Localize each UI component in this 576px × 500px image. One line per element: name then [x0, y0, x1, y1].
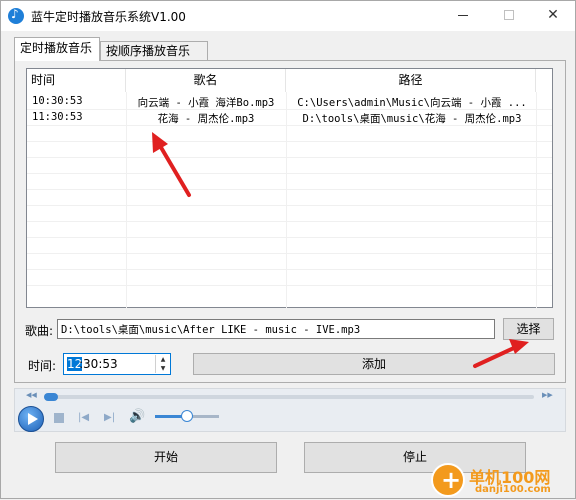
tab-timed-play[interactable]: 定时播放音乐	[14, 37, 100, 61]
spin-down-icon[interactable]: ▼	[156, 364, 170, 373]
time-label: 时间:	[28, 359, 57, 373]
seek-slider[interactable]	[44, 395, 534, 399]
row-song: 花海 - 周杰伦.mp3	[157, 113, 255, 125]
grid-line	[27, 141, 552, 142]
table-row[interactable]: 11:30:53 花海 - 周杰伦.mp3 D:\tools\桌面\music\…	[27, 110, 552, 126]
seek-back-icon[interactable]: ◀◀	[26, 391, 37, 399]
grid-line	[27, 157, 552, 158]
time-picker-input[interactable]: 12 :30:53 ▲ ▼	[63, 353, 171, 375]
grid-line	[27, 221, 552, 222]
next-track-icon[interactable]: ▶|	[104, 412, 115, 423]
watermark-url: danji100.com	[475, 484, 551, 495]
column-header-time[interactable]: 时间	[27, 69, 126, 92]
app-window: 蓝牛定时播放音乐系统V1.00 ✕ 定时播放音乐 按顺序播放音乐 时间 歌名 路…	[0, 0, 576, 499]
song-path-input[interactable]: D:\tools\桌面\music\After LIKE - music - I…	[57, 319, 495, 339]
grid-line	[27, 205, 552, 206]
maximize-button[interactable]	[487, 1, 531, 31]
stop-icon[interactable]	[54, 413, 64, 423]
previous-track-icon[interactable]: |◀	[78, 412, 89, 423]
maximize-icon	[504, 10, 514, 20]
window-title: 蓝牛定时播放音乐系统V1.00	[31, 10, 186, 24]
music-note-icon	[8, 7, 24, 24]
column-header-song[interactable]: 歌名	[126, 69, 286, 92]
grid-line	[27, 285, 552, 286]
play-button[interactable]	[18, 406, 44, 432]
watermark-logo-icon	[431, 463, 465, 497]
song-label: 歌曲:	[25, 324, 54, 338]
volume-thumb[interactable]	[181, 410, 193, 422]
tab-sequential-play[interactable]: 按顺序播放音乐	[100, 41, 208, 61]
row-time: 10:30:53	[32, 95, 83, 107]
row-time: 11:30:53	[32, 111, 83, 123]
grid-line	[27, 189, 552, 190]
select-file-button[interactable]: 选择	[503, 318, 554, 340]
table-row[interactable]: 10:30:53 向云端 - 小霞 海洋Bo.mp3 C:\Users\admi…	[27, 94, 552, 110]
close-button[interactable]: ✕	[531, 1, 575, 31]
column-header-filler	[536, 69, 554, 92]
grid-line	[27, 269, 552, 270]
row-song: 向云端 - 小霞 海洋Bo.mp3	[137, 97, 275, 109]
list-header: 时间 歌名 路径	[27, 69, 552, 92]
row-path: D:\tools\桌面\music\花海 - 周杰伦.mp3	[302, 113, 522, 125]
row-path: C:\Users\admin\Music\向云端 - 小霞 ...	[297, 97, 527, 109]
time-minutes-seconds[interactable]: :30:53	[79, 357, 118, 371]
seek-forward-icon[interactable]: ▶▶	[542, 391, 553, 399]
add-schedule-button[interactable]: 添加	[193, 353, 555, 375]
time-spinner[interactable]: ▲ ▼	[155, 355, 170, 373]
grid-line	[27, 173, 552, 174]
grid-line	[27, 237, 552, 238]
title-bar: 蓝牛定时播放音乐系统V1.00 ✕	[1, 1, 575, 31]
minimize-button[interactable]	[441, 1, 485, 31]
column-header-path[interactable]: 路径	[286, 69, 536, 92]
start-button[interactable]: 开始	[55, 442, 277, 473]
spin-up-icon[interactable]: ▲	[156, 355, 170, 364]
schedule-list[interactable]: 时间 歌名 路径 10:30:53 向云端 - 小霞 海洋Bo.mp3 C:\U…	[26, 68, 553, 308]
seek-thumb[interactable]	[44, 393, 58, 401]
minimize-icon	[458, 15, 468, 16]
volume-icon[interactable]: 🔊	[129, 409, 145, 424]
grid-line	[27, 253, 552, 254]
